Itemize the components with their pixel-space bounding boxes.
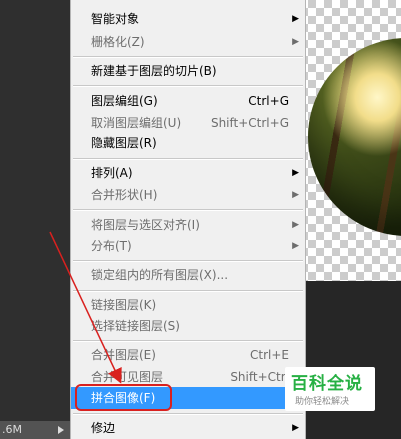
watermark-logo: 百科全说 助你轻松解决 bbox=[285, 367, 375, 411]
watermark-subtitle: 助你轻松解决 bbox=[295, 397, 350, 407]
annotation-highlight-box bbox=[75, 384, 172, 411]
watermark-title: 百科全说 bbox=[291, 374, 363, 394]
